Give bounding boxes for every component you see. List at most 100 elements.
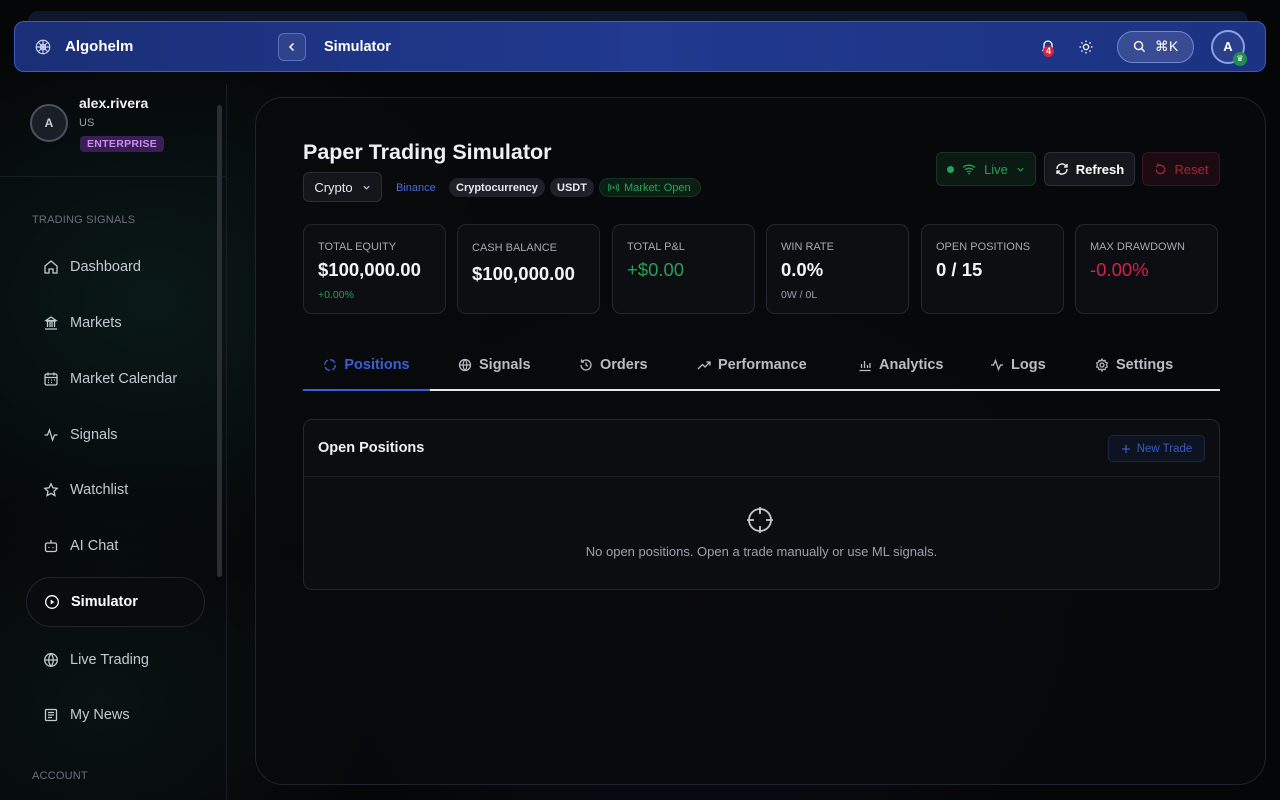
- plan-badge: ENTERPRISE: [80, 136, 165, 152]
- stat-win-rate: WIN RATE 0.0% 0W / 0L: [766, 224, 909, 314]
- sidebar-item-market-calendar[interactable]: Market Calendar: [26, 354, 205, 404]
- bar-chart-icon: [859, 361, 871, 372]
- stat-cash-balance: CASH BALANCE $100,000.00: [457, 224, 600, 314]
- newspaper-icon: [44, 708, 58, 722]
- sidebar-item-label: Simulator: [71, 594, 138, 610]
- stat-label: TOTAL P&L: [627, 241, 685, 253]
- user-country: US: [79, 117, 95, 129]
- play-circle-icon: [45, 595, 59, 609]
- globe-icon: [44, 653, 58, 667]
- notification-badge: 4: [1043, 45, 1054, 57]
- user-name: alex.rivera: [79, 95, 149, 111]
- stat-max-drawdown: MAX DRAWDOWN -0.00%: [1075, 224, 1218, 314]
- crosshair-icon: [324, 359, 337, 371]
- search-shortcut: ⌘K: [1154, 38, 1179, 54]
- live-data-toggle[interactable]: Live: [936, 152, 1036, 186]
- chevron-down-icon: [1017, 167, 1024, 172]
- user-avatar-button[interactable]: A ♛: [1211, 29, 1247, 66]
- stat-label: OPEN POSITIONS: [936, 241, 1031, 253]
- sidebar-item-ai-chat[interactable]: AI Chat: [26, 521, 205, 571]
- wifi-icon: [962, 164, 976, 175]
- tab-analytics[interactable]: Analytics: [858, 341, 943, 389]
- stat-win-loss: 0W / 0L: [781, 289, 818, 301]
- tab-label: Positions: [344, 357, 410, 373]
- sidebar-scrollbar[interactable]: [217, 105, 222, 577]
- refresh-button[interactable]: Refresh: [1044, 152, 1135, 186]
- category-tag: Cryptocurrency: [449, 178, 545, 197]
- refresh-label: Refresh: [1075, 161, 1125, 177]
- stat-label: MAX DRAWDOWN: [1090, 241, 1185, 253]
- sidebar-item-label: My News: [70, 707, 130, 723]
- notifications-button[interactable]: 4: [1040, 38, 1058, 57]
- empty-state-text: No open positions. Open a trade manually…: [585, 544, 938, 559]
- star-icon: [43, 482, 59, 497]
- crosshair-icon: [747, 507, 773, 533]
- search-icon: [1133, 40, 1145, 53]
- user-avatar: A: [30, 104, 68, 142]
- tab-label: Orders: [600, 357, 648, 373]
- asset-class-select[interactable]: Crypto: [303, 172, 382, 202]
- chevron-left-icon: [288, 42, 295, 51]
- tab-settings[interactable]: Settings: [1095, 341, 1173, 389]
- sidebar-item-live-trading[interactable]: Live Trading: [26, 635, 205, 685]
- sidebar-item-watchlist[interactable]: Watchlist: [26, 465, 205, 515]
- stat-change: +0.00%: [318, 289, 354, 301]
- main-panel: Paper Trading Simulator Crypto Binance C…: [255, 97, 1266, 785]
- search-button[interactable]: ⌘K: [1117, 30, 1194, 63]
- reset-button[interactable]: Reset: [1142, 152, 1220, 186]
- tab-orders[interactable]: Orders: [579, 341, 648, 389]
- building-icon: [43, 316, 59, 330]
- trending-up-icon: [697, 361, 711, 370]
- tab-label: Analytics: [879, 357, 944, 373]
- sidebar-item-signals[interactable]: Signals: [26, 410, 205, 460]
- sidebar-item-dashboard[interactable]: Dashboard: [26, 242, 205, 292]
- brand-name: Algohelm: [65, 38, 134, 55]
- sidebar-item-label: AI Chat: [70, 538, 119, 554]
- stat-value: -0.00%: [1090, 259, 1149, 280]
- tab-positions[interactable]: Positions: [303, 341, 430, 391]
- gear-icon: [1095, 358, 1109, 372]
- sidebar-collapse-button[interactable]: [278, 32, 306, 61]
- radio-signal-icon: [608, 183, 619, 192]
- chevron-down-icon: [363, 185, 370, 190]
- live-label: Live: [984, 161, 1008, 177]
- card-title: Open Positions: [318, 440, 425, 456]
- page-heading: Paper Trading Simulator: [303, 140, 552, 164]
- sidebar-item-label: Live Trading: [70, 652, 149, 668]
- home-icon: [44, 260, 58, 274]
- sidebar-item-label: Markets: [70, 315, 122, 331]
- section-label-trading: TRADING SIGNALS: [32, 214, 136, 226]
- stat-value: 0 / 15: [936, 259, 983, 280]
- market-status-text: Market: Open: [624, 181, 691, 194]
- sidebar: A alex.rivera US ENTERPRISE TRADING SIGN…: [0, 84, 227, 800]
- avatar-initial: A: [1223, 39, 1233, 54]
- activity-icon: [44, 428, 58, 442]
- tab-signals[interactable]: Signals: [458, 341, 531, 389]
- section-label-account: ACCOUNT: [32, 770, 88, 782]
- live-indicator-dot: [947, 165, 955, 173]
- sidebar-item-markets[interactable]: Markets: [26, 298, 205, 348]
- bot-icon: [44, 540, 58, 553]
- brand-logo-icon: [35, 39, 51, 54]
- plus-icon: [1121, 444, 1130, 453]
- tab-label: Performance: [718, 357, 807, 373]
- stat-value: 0.0%: [781, 259, 824, 280]
- sidebar-item-my-news[interactable]: My News: [26, 690, 205, 740]
- sidebar-item-label: Dashboard: [70, 259, 141, 275]
- brand[interactable]: Algohelm: [34, 38, 278, 56]
- theme-toggle-sun-icon[interactable]: [1078, 39, 1094, 55]
- stat-value: $100,000.00: [318, 259, 421, 280]
- tab-logs[interactable]: Logs: [990, 341, 1046, 389]
- sidebar-item-simulator[interactable]: Simulator: [26, 577, 205, 627]
- new-trade-button[interactable]: New Trade: [1108, 435, 1205, 462]
- page-title: Simulator: [324, 38, 391, 55]
- tab-performance[interactable]: Performance: [697, 341, 807, 389]
- market-status-tag: Market: Open: [599, 178, 701, 197]
- stat-total-pnl: TOTAL P&L +$0.00: [612, 224, 755, 314]
- stat-label: WIN RATE: [781, 241, 834, 253]
- globe-icon: [458, 358, 472, 372]
- top-bar: Algohelm Simulator 4 ⌘K A ♛: [14, 21, 1266, 72]
- tab-label: Logs: [1011, 357, 1046, 373]
- user-profile[interactable]: A alex.rivera US ENTERPRISE: [0, 84, 226, 177]
- sidebar-item-label: Signals: [70, 427, 118, 443]
